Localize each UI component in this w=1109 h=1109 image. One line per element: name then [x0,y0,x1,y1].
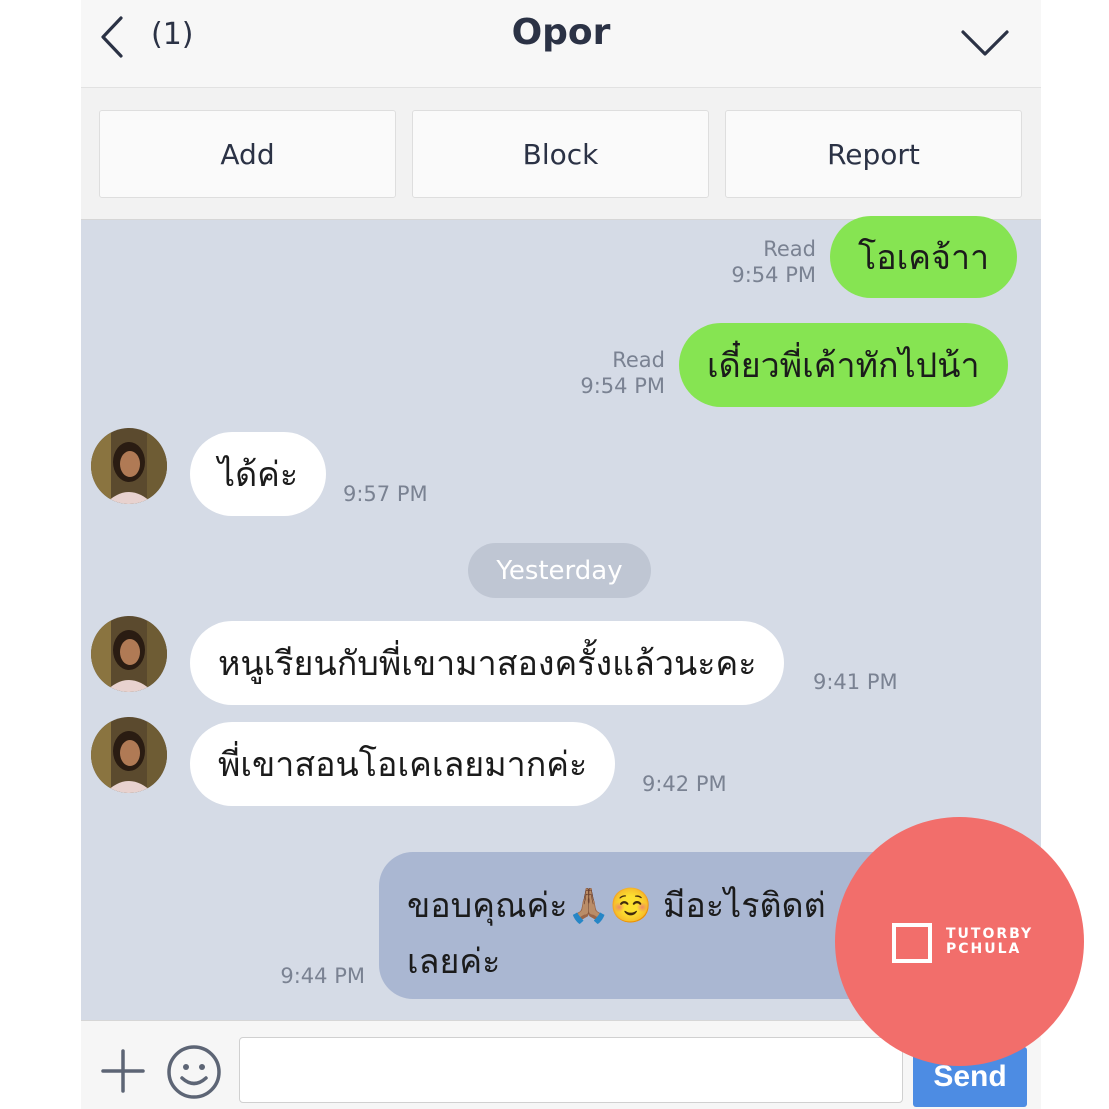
message-time: 9:41 PM [813,670,898,694]
date-separator: Yesterday [468,543,651,598]
incoming-message[interactable]: พี่เขาสอนโอเคเลยมากค่ะ [190,722,616,806]
avatar-photo [91,428,167,504]
message-time: 9:44 PM [280,964,365,988]
logo-square-icon [892,923,932,963]
watermark-line: TUTORBY [946,926,1034,942]
block-button[interactable]: Block [412,110,709,198]
watermark-logo: TUTORBY PCHULA [835,817,1084,1066]
watermark-text: TUTORBY PCHULA [946,927,1033,957]
incoming-message[interactable]: ได้ค่ะ [190,432,327,516]
contact-avatar[interactable] [91,717,167,793]
contact-avatar[interactable] [91,616,167,692]
message-input[interactable] [239,1037,903,1103]
outgoing-message[interactable]: โอเคจ้าา [830,216,1018,298]
emoji-icon[interactable] [165,1043,223,1101]
message-time: 9:57 PM [343,482,428,506]
plus-icon[interactable] [99,1047,147,1095]
read-status: Read [612,348,665,372]
message-meta: Read 9:54 PM [531,347,665,399]
message-time: 9:54 PM [731,263,816,287]
contact-avatar[interactable] [91,428,167,504]
chat-header: (1) Opor [81,0,1041,88]
back-arrow-icon[interactable] [95,14,129,60]
unread-count[interactable]: (1) [151,17,194,52]
read-status: Read [763,237,816,261]
chevron-down-icon[interactable] [959,24,1011,60]
avatar-photo [91,717,167,793]
message-meta: Read 9:54 PM [681,236,816,288]
outgoing-message[interactable]: เดี๋ยวพี่เค้าทักไปน้า [679,323,1008,407]
add-button[interactable]: Add [99,110,396,198]
report-button[interactable]: Report [725,110,1022,198]
message-time: 9:54 PM [580,374,665,398]
watermark-line: PCHULA [946,941,1022,957]
action-bar: Add Block Report [81,88,1041,220]
chat-title: Opor [511,12,611,53]
avatar-photo [91,616,167,692]
incoming-message[interactable]: หนูเรียนกับพี่เขามาสองครั้งแล้วนะคะ [190,621,785,705]
message-time: 9:42 PM [642,772,727,796]
